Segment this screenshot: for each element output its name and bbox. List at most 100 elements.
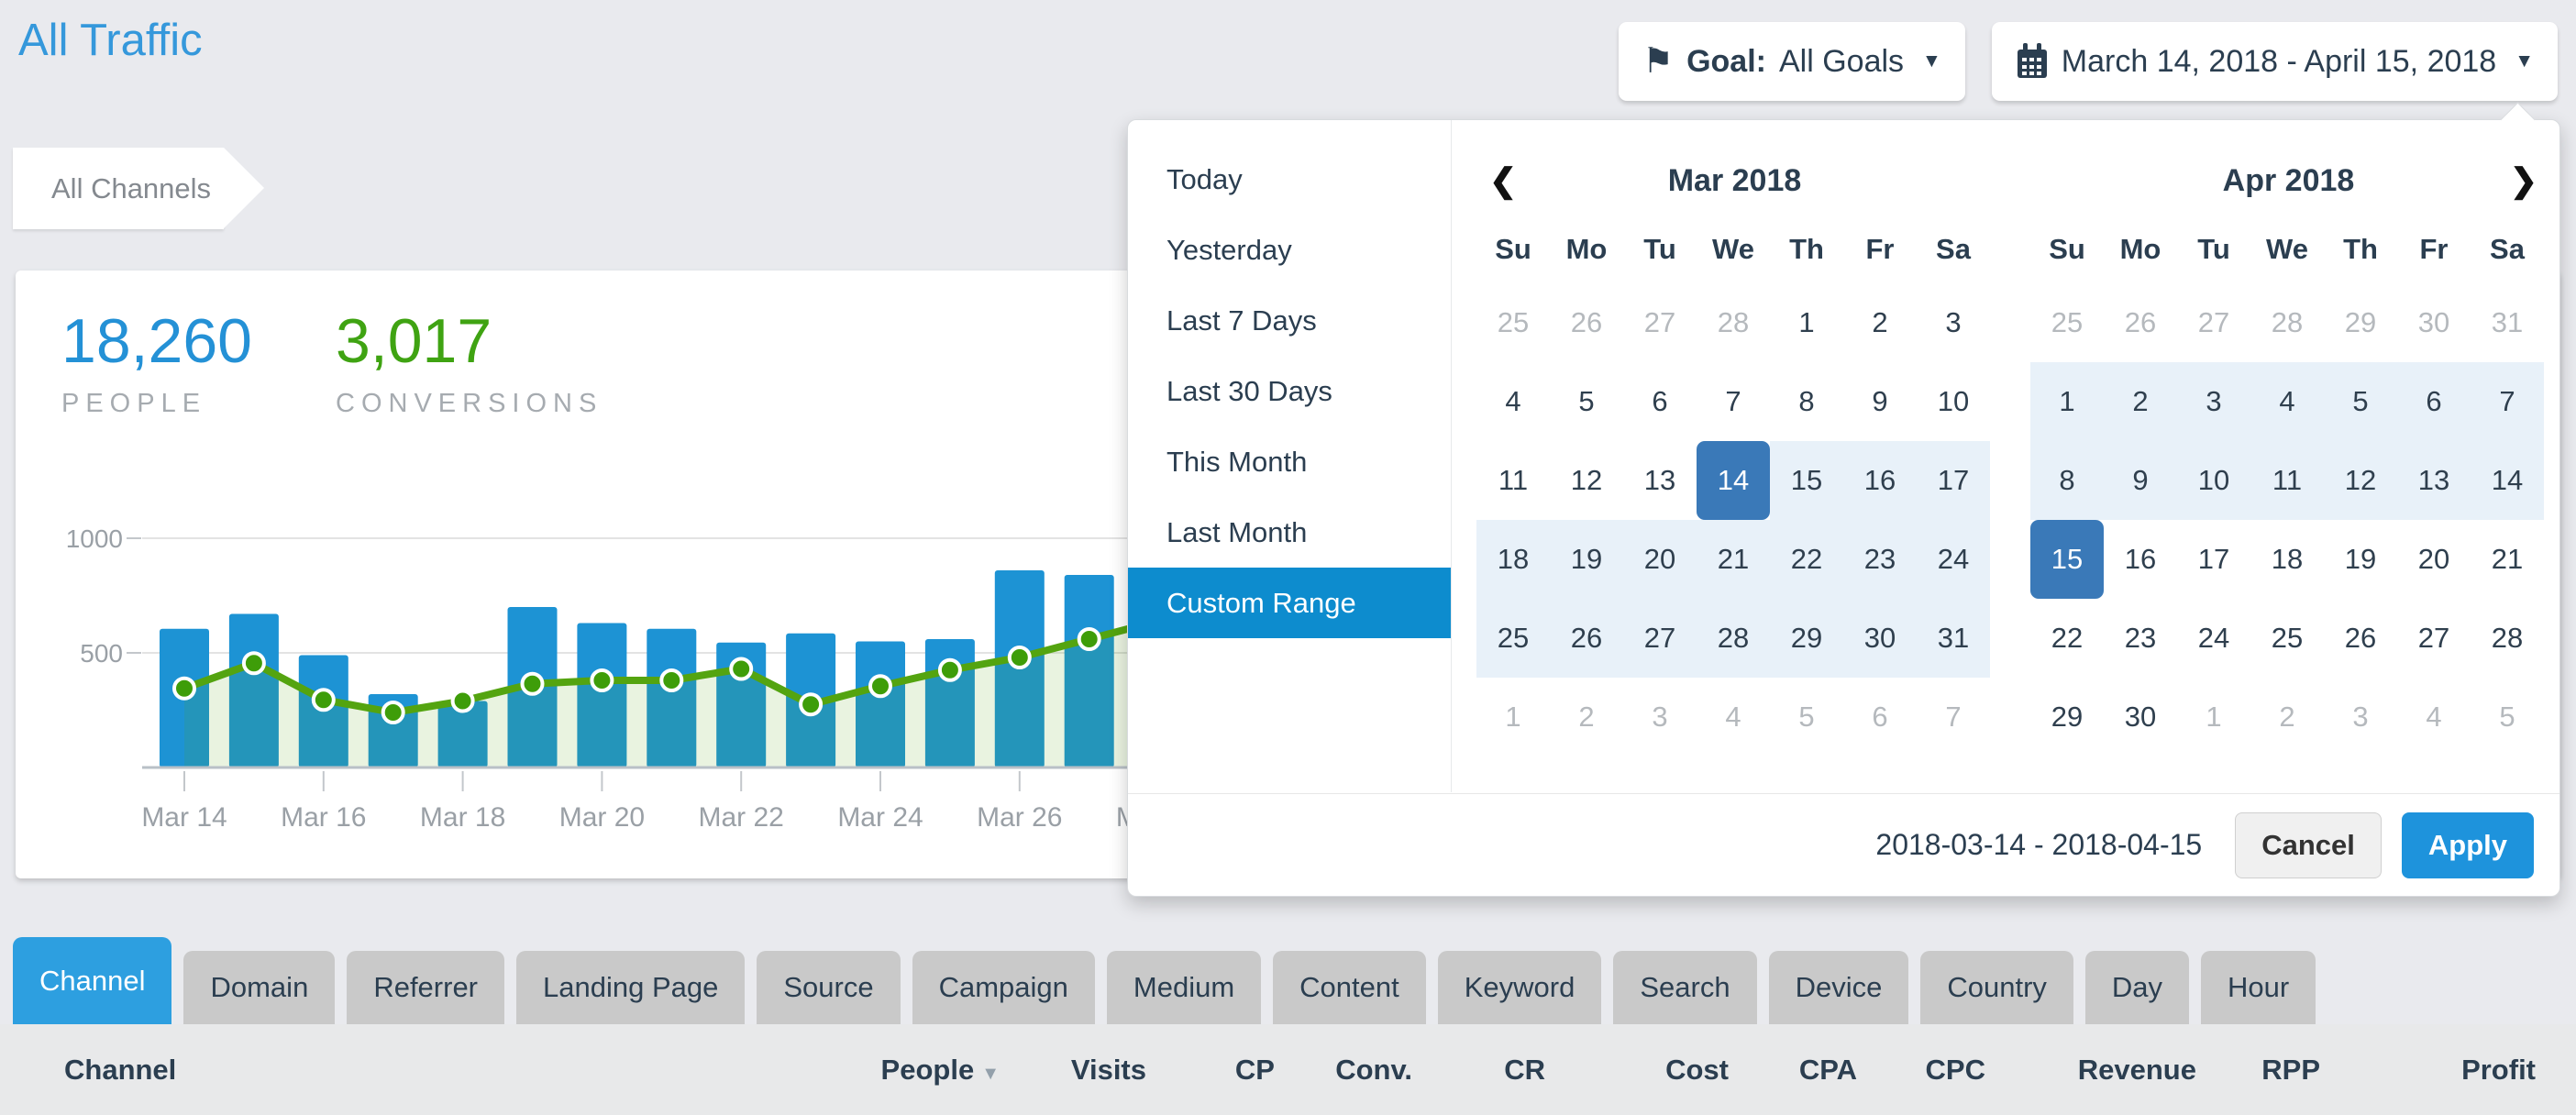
calendar-day[interactable]: 18 bbox=[1476, 520, 1550, 599]
calendar-day[interactable]: 24 bbox=[1917, 520, 1990, 599]
calendar-day[interactable]: 8 bbox=[1770, 362, 1843, 441]
calendar-day[interactable]: 1 bbox=[1770, 283, 1843, 362]
calendar-day[interactable]: 23 bbox=[2104, 599, 2177, 678]
calendar-day[interactable]: 15 bbox=[2030, 520, 2104, 599]
calendar-day[interactable]: 4 bbox=[1697, 678, 1770, 756]
tab-medium[interactable]: Medium bbox=[1107, 951, 1261, 1024]
calendar-day[interactable]: 23 bbox=[1843, 520, 1917, 599]
column-header-cp[interactable]: CP bbox=[1146, 1054, 1275, 1087]
calendar-day[interactable]: 21 bbox=[2471, 520, 2544, 599]
calendar-day[interactable]: 21 bbox=[1697, 520, 1770, 599]
calendar-day[interactable]: 31 bbox=[1917, 599, 1990, 678]
goal-selector-button[interactable]: ⚑ Goal: All Goals ▼ bbox=[1619, 22, 1965, 101]
cancel-button[interactable]: Cancel bbox=[2235, 812, 2382, 878]
calendar-day[interactable]: 12 bbox=[2324, 441, 2397, 520]
next-month-icon[interactable]: ❯ bbox=[2510, 146, 2537, 215]
calendar-day[interactable]: 20 bbox=[1623, 520, 1697, 599]
calendar-day[interactable]: 30 bbox=[1843, 599, 1917, 678]
calendar-day[interactable]: 28 bbox=[2250, 283, 2324, 362]
calendar-day[interactable]: 22 bbox=[2030, 599, 2104, 678]
calendar-day[interactable]: 27 bbox=[1623, 283, 1697, 362]
calendar-day[interactable]: 2 bbox=[1550, 678, 1623, 756]
tab-campaign[interactable]: Campaign bbox=[912, 951, 1095, 1024]
calendar-day[interactable]: 3 bbox=[2324, 678, 2397, 756]
calendar-day[interactable]: 16 bbox=[2104, 520, 2177, 599]
calendar-day[interactable]: 19 bbox=[1550, 520, 1623, 599]
date-range-button[interactable]: March 14, 2018 - April 15, 2018 ▼ bbox=[1992, 22, 2558, 101]
column-header-rpp[interactable]: RPP bbox=[2196, 1054, 2320, 1087]
calendar-day[interactable]: 14 bbox=[2471, 441, 2544, 520]
tab-source[interactable]: Source bbox=[757, 951, 900, 1024]
calendar-day[interactable]: 7 bbox=[2471, 362, 2544, 441]
calendar-day[interactable]: 2 bbox=[2250, 678, 2324, 756]
calendar-day[interactable]: 17 bbox=[1917, 441, 1990, 520]
calendar-day[interactable]: 10 bbox=[2177, 441, 2250, 520]
breadcrumb-all-channels[interactable]: All Channels bbox=[13, 148, 224, 229]
calendar-day[interactable]: 2 bbox=[2104, 362, 2177, 441]
calendar-day[interactable]: 28 bbox=[1697, 283, 1770, 362]
calendar-day[interactable]: 6 bbox=[2397, 362, 2471, 441]
tab-referrer[interactable]: Referrer bbox=[347, 951, 504, 1024]
calendar-day[interactable]: 24 bbox=[2177, 599, 2250, 678]
calendar-day[interactable]: 26 bbox=[2324, 599, 2397, 678]
calendar-day[interactable]: 29 bbox=[1770, 599, 1843, 678]
tab-content[interactable]: Content bbox=[1273, 951, 1426, 1024]
apply-button[interactable]: Apply bbox=[2402, 812, 2534, 878]
preset-today[interactable]: Today bbox=[1128, 144, 1451, 215]
column-header-visits[interactable]: Visits bbox=[1000, 1054, 1146, 1087]
calendar-day[interactable]: 28 bbox=[1697, 599, 1770, 678]
column-header-people[interactable]: People▼ bbox=[844, 1054, 1000, 1087]
calendar-day[interactable]: 27 bbox=[2397, 599, 2471, 678]
calendar-day[interactable]: 1 bbox=[2177, 678, 2250, 756]
calendar-day[interactable]: 7 bbox=[1917, 678, 1990, 756]
tab-domain[interactable]: Domain bbox=[183, 951, 335, 1024]
calendar-day[interactable]: 30 bbox=[2397, 283, 2471, 362]
calendar-day[interactable]: 22 bbox=[1770, 520, 1843, 599]
column-header-cr[interactable]: CR bbox=[1412, 1054, 1545, 1087]
tab-landing-page[interactable]: Landing Page bbox=[516, 951, 745, 1024]
calendar-day[interactable]: 7 bbox=[1697, 362, 1770, 441]
column-header-cpa[interactable]: CPA bbox=[1729, 1054, 1857, 1087]
calendar-day[interactable]: 31 bbox=[2471, 283, 2544, 362]
calendar-day[interactable]: 5 bbox=[1550, 362, 1623, 441]
calendar-day[interactable]: 1 bbox=[2030, 362, 2104, 441]
calendar-day[interactable]: 27 bbox=[2177, 283, 2250, 362]
calendar-day[interactable]: 6 bbox=[1623, 362, 1697, 441]
calendar-day[interactable]: 25 bbox=[1476, 283, 1550, 362]
calendar-day[interactable]: 4 bbox=[2250, 362, 2324, 441]
tab-channel[interactable]: Channel bbox=[13, 937, 171, 1024]
calendar-day[interactable]: 26 bbox=[1550, 599, 1623, 678]
tab-search[interactable]: Search bbox=[1613, 951, 1756, 1024]
calendar-day[interactable]: 25 bbox=[1476, 599, 1550, 678]
calendar-day[interactable]: 30 bbox=[2104, 678, 2177, 756]
column-header-cpc[interactable]: CPC bbox=[1857, 1054, 1985, 1087]
tab-keyword[interactable]: Keyword bbox=[1438, 951, 1602, 1024]
column-header-channel[interactable]: Channel bbox=[37, 1054, 844, 1087]
calendar-day[interactable]: 14 bbox=[1697, 441, 1770, 520]
calendar-day[interactable]: 3 bbox=[1623, 678, 1697, 756]
preset-yesterday[interactable]: Yesterday bbox=[1128, 215, 1451, 285]
preset-last-7-days[interactable]: Last 7 Days bbox=[1128, 285, 1451, 356]
calendar-day[interactable]: 13 bbox=[1623, 441, 1697, 520]
calendar-day[interactable]: 20 bbox=[2397, 520, 2471, 599]
tab-device[interactable]: Device bbox=[1769, 951, 1909, 1024]
preset-this-month[interactable]: This Month bbox=[1128, 426, 1451, 497]
column-header-revenue[interactable]: Revenue bbox=[1985, 1054, 2196, 1087]
tab-hour[interactable]: Hour bbox=[2201, 951, 2316, 1024]
calendar-day[interactable]: 3 bbox=[1917, 283, 1990, 362]
calendar-day[interactable]: 26 bbox=[1550, 283, 1623, 362]
calendar-day[interactable]: 19 bbox=[2324, 520, 2397, 599]
calendar-day[interactable]: 1 bbox=[1476, 678, 1550, 756]
calendar-day[interactable]: 18 bbox=[2250, 520, 2324, 599]
preset-last-30-days[interactable]: Last 30 Days bbox=[1128, 356, 1451, 426]
calendar-day[interactable]: 9 bbox=[1843, 362, 1917, 441]
calendar-day[interactable]: 26 bbox=[2104, 283, 2177, 362]
calendar-day[interactable]: 3 bbox=[2177, 362, 2250, 441]
calendar-day[interactable]: 13 bbox=[2397, 441, 2471, 520]
tab-country[interactable]: Country bbox=[1920, 951, 2073, 1024]
calendar-day[interactable]: 28 bbox=[2471, 599, 2544, 678]
column-header-conv-[interactable]: Conv. bbox=[1275, 1054, 1412, 1087]
calendar-day[interactable]: 17 bbox=[2177, 520, 2250, 599]
prev-month-icon[interactable]: ❮ bbox=[1489, 146, 1517, 215]
calendar-day[interactable]: 29 bbox=[2030, 678, 2104, 756]
